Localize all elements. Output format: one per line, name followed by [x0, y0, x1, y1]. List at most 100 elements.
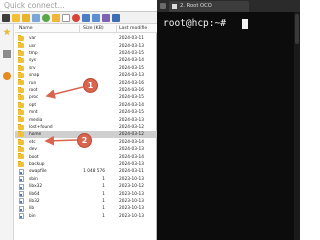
file-row-var[interactable]: var 2024-03-11	[15, 35, 157, 42]
terminal-output[interactable]: root@hcp:~#	[157, 12, 294, 240]
terminal-menu-icon[interactable]	[160, 3, 166, 9]
file-icon	[18, 198, 24, 205]
delete-icon[interactable]	[72, 14, 80, 22]
edit-icon[interactable]	[102, 14, 110, 22]
file-row-opt[interactable]: opt 2024-03-14	[15, 101, 157, 109]
file-modified: 2024-03-13	[119, 147, 144, 153]
folder-icon	[18, 153, 24, 160]
folder-icon	[18, 79, 24, 86]
file-row-lib64[interactable]: lib64 1 2023-10-13	[15, 190, 157, 197]
file-name: boot	[29, 154, 39, 160]
file-name: lost+found	[29, 125, 53, 131]
file-row-backup[interactable]: backup 2024-03-13	[15, 160, 157, 168]
column-modified[interactable]: Last modifie	[119, 26, 147, 31]
file-name: lib32	[29, 199, 40, 205]
file-name: lib	[29, 206, 35, 212]
file-name: etc	[29, 139, 36, 145]
folder-icon	[18, 94, 24, 101]
file-name: libx32	[29, 184, 43, 190]
file-row-sys[interactable]: sys 2024-03-14	[15, 57, 157, 64]
terminal-icon[interactable]	[2, 14, 10, 22]
download-icon[interactable]	[82, 14, 90, 22]
file-name: mnt	[29, 110, 38, 116]
file-row-media[interactable]: media 2024-03-13	[15, 116, 157, 123]
new-folder-icon[interactable]	[52, 14, 60, 22]
column-name[interactable]: Name	[19, 26, 33, 31]
toolbar	[0, 12, 157, 24]
terminal-tab-icon	[172, 4, 177, 9]
file-icon	[18, 213, 24, 220]
file-name: tmp	[29, 51, 38, 57]
tools-icon[interactable]	[3, 50, 11, 58]
file-name: sbin	[29, 176, 38, 182]
terminal-scrollbar[interactable]	[294, 12, 300, 240]
file-name: root	[29, 88, 38, 94]
file-row-mnt[interactable]: mnt 2024-03-15	[15, 109, 157, 116]
file-row-usr[interactable]: usr 2024-03-13	[15, 42, 157, 49]
terminal-tab-label: 2. Root OCO	[180, 3, 212, 9]
file-modified: 2024-03-14	[119, 139, 144, 145]
upload-icon[interactable]	[92, 14, 100, 22]
file-name: bin	[29, 213, 36, 219]
file-name: lib64	[29, 191, 40, 197]
file-modified: 2023-10-13	[119, 199, 144, 205]
file-size: 1	[102, 176, 105, 182]
file-modified: 2023-10-12	[119, 184, 144, 190]
file-modified: 2024-03-13	[119, 73, 144, 79]
folder-icon	[18, 35, 24, 41]
file-modified: 2023-10-13	[119, 206, 144, 212]
file-row-swapfile[interactable]: swapfile 1 048 576 2024-03-11	[15, 168, 157, 175]
folder-icon	[18, 64, 24, 71]
file-row-boot[interactable]: boot 2024-03-14	[15, 153, 157, 160]
file-name: swapfile	[29, 169, 47, 175]
file-row-srv[interactable]: srv 2024-03-15	[15, 64, 157, 72]
home-icon[interactable]	[32, 14, 40, 22]
file-modified: 2024-03-15	[119, 95, 144, 101]
quick-connect-input[interactable]	[3, 0, 153, 11]
terminal-panel: 2. Root OCO root@hcp:~#	[157, 0, 300, 240]
file-modified: 2024-03-16	[119, 80, 144, 86]
properties-icon[interactable]	[112, 14, 120, 22]
file-size: 1	[102, 184, 105, 190]
folder-icon[interactable]	[12, 14, 20, 22]
file-list-header: Name Size (KB) Last modifie	[15, 24, 157, 33]
file-modified: 2024-03-12	[119, 132, 144, 138]
quick-connect-bar	[0, 0, 157, 12]
file-name: dev	[29, 147, 37, 153]
folder-icon	[18, 57, 24, 64]
terminal-tab[interactable]: 2. Root OCO	[169, 1, 249, 12]
refresh-icon[interactable]	[42, 14, 50, 22]
file-modified: 2024-03-15	[119, 51, 144, 57]
file-name: backup	[29, 162, 45, 168]
file-row-bin[interactable]: bin 1 2023-10-13	[15, 213, 157, 220]
terminal-scrollbar-thumb[interactable]	[295, 14, 299, 44]
file-row-proc[interactable]: proc 2024-03-15	[15, 94, 157, 101]
star-icon[interactable]	[3, 28, 11, 36]
file-row-lost-found[interactable]: lost+found 2024-03-12	[15, 123, 157, 131]
annotation-badge-2: 2	[77, 133, 92, 148]
file-row-sbin[interactable]: sbin 1 2023-10-13	[15, 176, 157, 183]
file-row-libx32[interactable]: libx32 1 2023-10-12	[15, 183, 157, 190]
folder-icon	[18, 49, 24, 56]
file-row-lib32[interactable]: lib32 1 2023-10-13	[15, 198, 157, 205]
file-icon	[18, 183, 24, 190]
sidebar	[0, 24, 14, 240]
file-size: 1	[102, 206, 105, 212]
file-size: 1	[102, 213, 105, 219]
new-file-icon[interactable]	[62, 14, 70, 22]
file-modified: 2023-10-13	[119, 191, 144, 197]
file-row-tmp[interactable]: tmp 2024-03-15	[15, 49, 157, 57]
column-size[interactable]: Size (KB)	[83, 26, 104, 31]
file-modified: 2024-03-12	[119, 125, 144, 131]
file-list: Name Size (KB) Last modifie var 2024-03-1…	[15, 24, 157, 240]
file-name: proc	[29, 95, 39, 101]
file-name: run	[29, 80, 37, 86]
folder-icon	[18, 131, 24, 138]
file-name: home	[29, 132, 42, 138]
file-row-lib[interactable]: lib 1 2023-10-13	[15, 205, 157, 212]
file-name: srv	[29, 65, 36, 71]
annotation-badge-1: 1	[83, 78, 98, 93]
file-modified: 2024-03-14	[119, 102, 144, 108]
status-icon[interactable]	[3, 72, 11, 80]
folder-open-icon[interactable]	[22, 14, 30, 22]
